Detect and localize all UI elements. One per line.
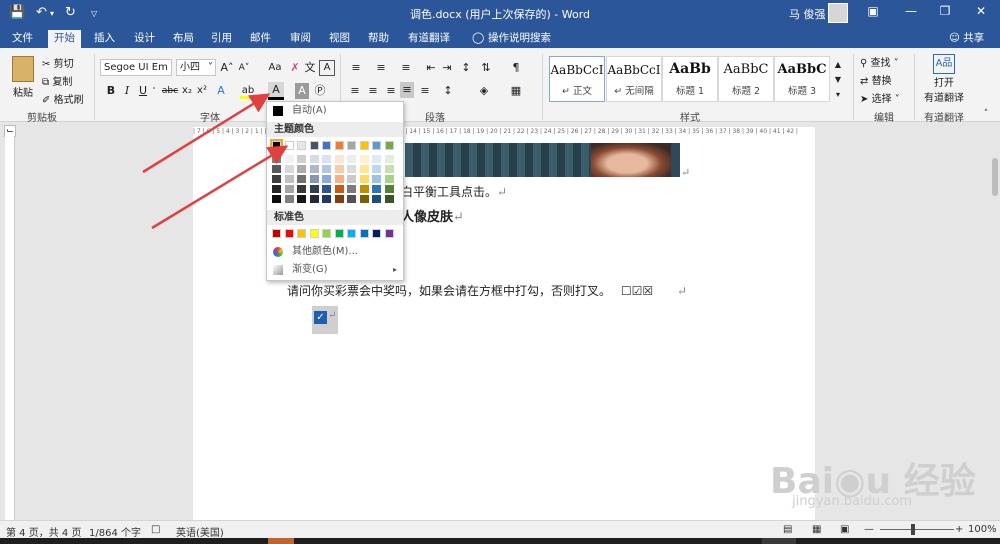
arrow-to-black-swatch [151, 145, 289, 230]
annotation-arrows [142, 93, 289, 230]
arrow-to-font-color [142, 93, 271, 174]
